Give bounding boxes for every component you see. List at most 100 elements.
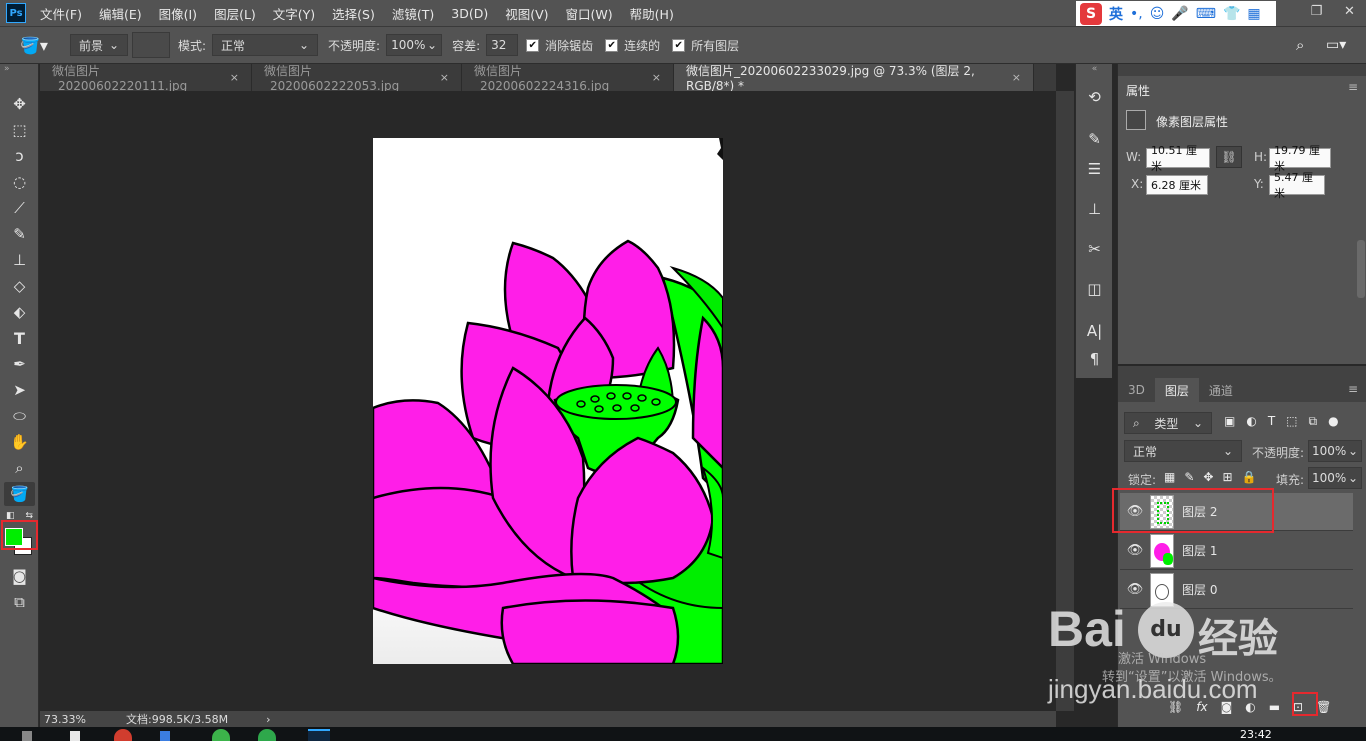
menu-filter[interactable]: 滤镜(T) [392, 4, 434, 23]
menu-file[interactable]: 文件(F) [40, 4, 82, 23]
tab-channels[interactable]: 通道 [1199, 378, 1243, 402]
close-icon[interactable]: × [230, 71, 239, 84]
close-icon[interactable]: × [1012, 71, 1021, 84]
emoji-icon[interactable]: ☺ [1150, 6, 1165, 22]
menu-edit[interactable]: 编辑(E) [99, 4, 142, 23]
workspace-icon[interactable]: ▭▾ [1326, 37, 1346, 53]
taskbar-app-icon[interactable] [160, 731, 170, 741]
path-select-tool-icon[interactable]: ➤ [0, 378, 39, 402]
properties-tab[interactable]: 属性 [1118, 76, 1178, 100]
height-field[interactable]: 19.79 厘米 [1269, 144, 1331, 173]
smart-object-filter-icon[interactable]: ⧉ [1309, 414, 1318, 429]
start-icon[interactable] [22, 731, 32, 741]
foreground-color-swatch[interactable] [5, 528, 23, 546]
tab-3d[interactable]: 3D [1118, 378, 1155, 402]
eyedropper-tool-icon[interactable]: ⟋ [0, 196, 39, 220]
screen-mode-icon[interactable]: ⧉ [0, 590, 39, 614]
status-arrow-icon[interactable]: › [266, 713, 270, 726]
visibility-eye-icon[interactable]: 👁 [1120, 543, 1150, 558]
close-window-icon[interactable]: ✕ [1333, 0, 1366, 26]
marquee-tool-icon[interactable]: ⬚ [0, 118, 39, 142]
taskbar-browser-icon[interactable] [114, 729, 132, 741]
width-field[interactable]: 10.51 厘米 [1146, 144, 1210, 173]
stamp-tool-icon[interactable]: ⊥ [0, 248, 39, 272]
lock-pixels-icon[interactable]: ✎ [1184, 470, 1194, 484]
fill-tool-icon[interactable]: ⬖ [0, 300, 39, 324]
tab-doc-1[interactable]: 微信图片_20200602220111.jpg × [40, 64, 252, 93]
keyboard-icon[interactable]: ⌨ [1196, 6, 1216, 22]
ime-punct[interactable]: •, [1130, 6, 1143, 22]
layer-name[interactable]: 图层 0 [1182, 581, 1217, 598]
antialias-checkbox[interactable]: ✔ [526, 38, 540, 52]
eraser-tool-icon[interactable]: ◇ [0, 274, 39, 298]
lock-all-icon[interactable]: 🔒 [1242, 470, 1257, 484]
canvas-area[interactable] [40, 91, 1056, 711]
opacity-field[interactable]: 100% ⌄ [386, 34, 443, 56]
taskbar-app-icon[interactable] [258, 729, 276, 741]
brush-settings-icon[interactable]: ✎ [1076, 126, 1113, 152]
type-filter-icon[interactable]: T [1268, 414, 1275, 429]
taskbar-app-icon[interactable] [70, 731, 80, 741]
move-tool-icon[interactable]: ✥ [0, 92, 39, 116]
paint-bucket-tool-icon[interactable]: 🪣 [4, 482, 35, 506]
lock-position-icon[interactable]: ✥ [1203, 470, 1213, 484]
tab-layers[interactable]: 图层 [1154, 378, 1199, 402]
hand-tool-icon[interactable]: ✋ [0, 430, 39, 454]
tolerance-field[interactable]: 32 [486, 34, 519, 56]
blend-mode-select[interactable]: 正常 ⌄ [1124, 440, 1242, 462]
document-canvas[interactable] [373, 138, 723, 664]
layer-row-1[interactable]: 👁 图层 1 [1120, 532, 1353, 570]
character-icon[interactable]: A| [1076, 318, 1113, 344]
search-icon[interactable]: ⌕ [1296, 36, 1304, 54]
lock-artboard-icon[interactable]: ⊞ [1222, 470, 1232, 484]
zoom-level[interactable]: 73.33% [44, 713, 116, 726]
fill-source-select[interactable]: 前景 ⌄ [70, 34, 128, 56]
menu-window[interactable]: 窗口(W) [566, 4, 613, 23]
collapse-arrows-icon[interactable]: » [0, 64, 39, 74]
fill-field[interactable]: 100% ⌄ [1308, 467, 1362, 489]
properties-scrollbar[interactable] [1357, 240, 1365, 298]
brush-tool-icon[interactable]: ✎ [0, 222, 39, 246]
panel-menu-icon[interactable]: ≡ [1348, 80, 1358, 94]
tab-doc-2[interactable]: 微信图片_20200602222053.jpg × [252, 64, 462, 93]
layer-filter-select[interactable]: ⌕ 类型 ⌄ [1124, 412, 1212, 434]
pattern-swatch[interactable] [132, 32, 170, 58]
tool-presets-icon[interactable]: ✂ [1076, 236, 1113, 262]
mode-select[interactable]: 正常 ⌄ [212, 34, 319, 56]
lock-transparency-icon[interactable]: ▦ [1164, 470, 1175, 484]
menu-select[interactable]: 选择(S) [332, 4, 375, 23]
image-filter-icon[interactable]: ▣ [1224, 414, 1235, 429]
adjustment-filter-icon[interactable]: ◐ [1246, 414, 1256, 429]
all-layers-checkbox[interactable]: ✔ [672, 38, 686, 52]
ime-lang[interactable]: 英 [1109, 4, 1123, 24]
zoom-tool-icon[interactable]: ⌕ [0, 456, 39, 480]
x-field[interactable]: 6.28 厘米 [1146, 175, 1208, 195]
menu-image[interactable]: 图像(I) [159, 4, 197, 23]
menu-help[interactable]: 帮助(H) [630, 4, 674, 23]
pen-tool-icon[interactable]: ✒ [0, 352, 39, 376]
skin-icon[interactable]: 👕 [1223, 6, 1240, 22]
filter-toggle-icon[interactable]: ● [1328, 414, 1338, 429]
contiguous-checkbox[interactable]: ✔ [605, 38, 619, 52]
link-dimensions-icon[interactable]: ⛓ [1216, 146, 1242, 168]
menu-layer[interactable]: 图层(L) [214, 4, 256, 23]
adjustments-icon[interactable]: ☰ [1076, 156, 1113, 182]
paths-icon[interactable]: ◫ [1076, 276, 1113, 302]
quick-mask-icon[interactable]: ◙ [0, 564, 39, 588]
taskbar-clock[interactable]: 23:42 [1240, 728, 1272, 741]
visibility-eye-icon[interactable]: 👁 [1120, 582, 1150, 597]
menu-view[interactable]: 视图(V) [505, 4, 548, 23]
quick-select-tool-icon[interactable]: ◌ [0, 170, 39, 194]
type-tool-icon[interactable]: T [0, 326, 39, 350]
grid-icon[interactable]: ▦ [1247, 6, 1260, 22]
paragraph-icon[interactable]: ¶ [1076, 346, 1113, 372]
taskbar-photoshop-icon[interactable] [308, 729, 330, 741]
lasso-tool-icon[interactable]: ↄ [0, 144, 39, 168]
tab-doc-3[interactable]: 微信图片_20200602224316.jpg × [462, 64, 674, 93]
shape-filter-icon[interactable]: ⬚ [1286, 414, 1297, 429]
layer-opacity-field[interactable]: 100% ⌄ [1308, 440, 1362, 462]
menu-3d[interactable]: 3D(D) [451, 6, 488, 21]
paint-bucket-preset-icon[interactable]: 🪣▾ [20, 36, 56, 55]
close-icon[interactable]: × [440, 71, 449, 84]
sogou-logo[interactable]: S [1080, 2, 1102, 25]
